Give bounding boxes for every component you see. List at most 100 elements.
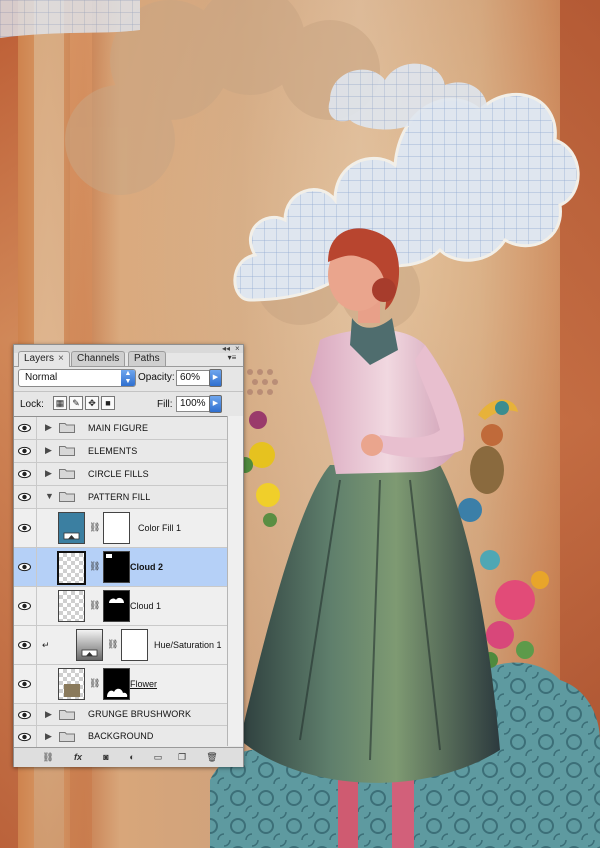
mask-shape-icon: [107, 688, 128, 697]
blend-mode-select[interactable]: Normal ▲ ▼: [18, 369, 136, 387]
eye-icon: [18, 562, 31, 572]
layer-row[interactable]: ⛓ Color Fill 1: [14, 509, 227, 548]
tab-close-icon[interactable]: ×: [58, 353, 64, 364]
collapsed-triangle-icon[interactable]: ▶: [45, 709, 52, 720]
panel-tabs: Layers × Channels Paths: [14, 351, 243, 367]
layer-group-row[interactable]: ▶ GRUNGE BRUSHWORK: [14, 704, 227, 726]
expanded-triangle-icon[interactable]: ▼: [45, 491, 54, 501]
group-name: CIRCLE FILLS: [88, 469, 149, 479]
eye-icon: [18, 523, 31, 533]
tab-paths[interactable]: Paths: [128, 351, 166, 366]
halftone-dots: [247, 369, 278, 395]
chain-link-icon[interactable]: ⛓: [89, 600, 100, 611]
layer-name: Color Fill 1: [138, 523, 182, 533]
new-layer-icon[interactable]: ❐: [174, 751, 190, 763]
group-name: MAIN FIGURE: [88, 423, 149, 433]
lock-transparent-icon[interactable]: ▦: [53, 396, 67, 410]
eye-icon: [18, 492, 31, 502]
folder-icon: [59, 446, 75, 456]
eye-icon: [18, 679, 31, 689]
folder-icon: [59, 732, 75, 742]
folder-icon: [59, 469, 75, 479]
visibility-toggle[interactable]: [14, 440, 37, 462]
adjustment-layer-icon[interactable]: ◐: [124, 751, 140, 763]
layers-scrollbar[interactable]: [227, 416, 243, 746]
layers-panel: ◂◂ × Layers × Channels Paths ▾≡ Normal ▲ ▼…: [13, 344, 244, 767]
visibility-toggle[interactable]: [14, 417, 37, 439]
layer-group-row[interactable]: ▶ BACKGROUND: [14, 726, 227, 748]
layer-name: Flower: [130, 679, 158, 689]
layer-row[interactable]: ⛓ Cloud 1: [14, 587, 227, 626]
chain-link-icon[interactable]: ⛓: [107, 639, 118, 650]
woman-figure: [240, 228, 500, 848]
lock-position-icon[interactable]: ✥: [85, 396, 99, 410]
layer-row[interactable]: ⛓ Flower: [14, 665, 227, 704]
opacity-slider-button[interactable]: ▶: [209, 369, 222, 387]
collapsed-triangle-icon[interactable]: ▶: [45, 422, 52, 433]
adjustment-layer-icon: [81, 649, 98, 657]
layer-thumbnail[interactable]: [58, 668, 85, 700]
layer-mask-thumbnail[interactable]: [103, 551, 130, 583]
adjustment-thumbnail[interactable]: [76, 629, 103, 661]
visibility-toggle[interactable]: [14, 509, 37, 547]
lock-image-icon[interactable]: ✎: [69, 396, 83, 410]
new-group-icon[interactable]: ▭: [150, 751, 166, 763]
color-fill-thumbnail[interactable]: [58, 512, 85, 544]
bird: [470, 399, 518, 494]
layer-mask-thumbnail[interactable]: [103, 590, 130, 622]
panel-menu-icon[interactable]: ▾≡: [225, 353, 239, 363]
visibility-toggle[interactable]: [14, 665, 37, 703]
layer-group-row[interactable]: ▶ CIRCLE FILLS: [14, 463, 227, 486]
collapsed-triangle-icon[interactable]: ▶: [45, 731, 52, 742]
folder-icon: [59, 492, 75, 502]
add-mask-icon[interactable]: ◙: [98, 751, 114, 763]
layer-thumbnail[interactable]: [57, 551, 86, 585]
folder-icon: [59, 423, 75, 433]
layer-group-row[interactable]: ▶ ELEMENTS: [14, 440, 227, 463]
eye-icon: [18, 601, 31, 611]
fill-input[interactable]: 100%: [176, 396, 210, 412]
chain-link-icon[interactable]: ⛓: [89, 561, 100, 572]
visibility-toggle[interactable]: [14, 626, 37, 664]
visibility-toggle[interactable]: [14, 704, 37, 725]
layer-mask-thumbnail[interactable]: [103, 668, 130, 700]
chain-link-icon[interactable]: ⛓: [89, 522, 100, 533]
tab-channels[interactable]: Channels: [71, 351, 126, 366]
trash-icon[interactable]: 🗑: [204, 751, 220, 763]
visibility-toggle[interactable]: [14, 463, 37, 485]
chain-link-icon[interactable]: ⛓: [89, 678, 100, 689]
layer-row[interactable]: ↵ ⛓ Hue/Saturation 1: [14, 626, 227, 665]
visibility-toggle[interactable]: [14, 587, 37, 625]
group-name: PATTERN FILL: [88, 492, 151, 502]
link-layers-icon[interactable]: ⛓: [40, 751, 56, 763]
grid-cloud-top: [328, 63, 488, 130]
layer-group-row[interactable]: ▼ PATTERN FILL: [14, 486, 227, 509]
layer-group-row[interactable]: ▶ MAIN FIGURE: [14, 417, 227, 440]
panel-footer: ⛓ fx ◙ ◐ ▭ ❐ 🗑: [14, 747, 243, 767]
eye-icon: [18, 469, 31, 479]
fill-slider-button[interactable]: ▶: [209, 395, 222, 413]
opacity-input[interactable]: 60%: [176, 370, 210, 386]
tab-layers[interactable]: Layers ×: [18, 351, 70, 367]
layer-row-selected[interactable]: ⛓ Cloud 2: [14, 548, 227, 587]
collapsed-triangle-icon[interactable]: ▶: [45, 445, 52, 456]
visibility-toggle[interactable]: [14, 726, 37, 747]
eye-icon: [18, 710, 31, 719]
collapsed-triangle-icon[interactable]: ▶: [45, 468, 52, 479]
fill-label: Fill:: [157, 399, 173, 410]
tab-label: Channels: [77, 353, 120, 364]
layer-mask-thumbnail[interactable]: [121, 629, 148, 661]
layer-name: Cloud 1: [130, 601, 162, 611]
visibility-toggle[interactable]: [14, 486, 37, 508]
eye-icon: [18, 640, 31, 650]
layer-mask-thumbnail[interactable]: [103, 512, 130, 544]
select-arrows-icon: ▲ ▼: [121, 370, 135, 386]
layer-name: Hue/Saturation 1: [154, 640, 222, 650]
fill-layer-icon: [63, 532, 80, 540]
fx-button[interactable]: fx: [70, 751, 86, 763]
group-name: ELEMENTS: [88, 446, 138, 456]
layer-thumbnail[interactable]: [58, 590, 85, 622]
visibility-toggle[interactable]: [14, 548, 37, 586]
lock-all-icon[interactable]: ■: [101, 396, 115, 410]
group-name: BACKGROUND: [88, 731, 154, 741]
